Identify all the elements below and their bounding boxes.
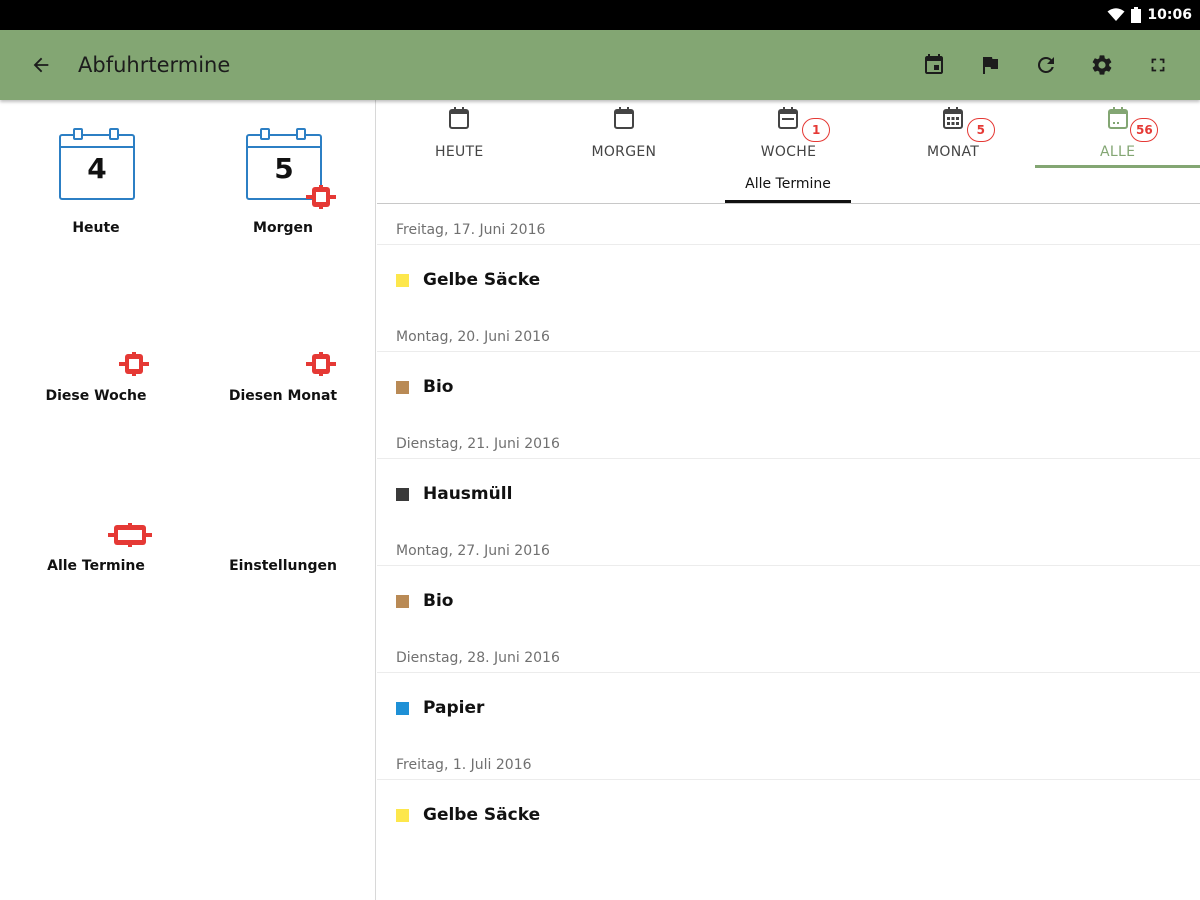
list-group: Freitag, 17. Juni 2016 Gelbe Säcke	[377, 204, 1200, 311]
list-group: Freitag, 1. Juli 2016 Gelbe Säcke	[377, 739, 1200, 846]
all-appointments-tile[interactable]: Alle Termine	[16, 520, 176, 580]
waste-type: Bio	[423, 591, 454, 611]
alert-badge-icon	[306, 185, 336, 209]
waste-color-swatch	[396, 595, 409, 608]
date-header: Freitag, 17. Juni 2016	[396, 222, 546, 238]
appointment-list: Freitag, 17. Juni 2016 Gelbe Säcke Monta…	[377, 204, 1200, 846]
date-header: Montag, 20. Juni 2016	[396, 329, 550, 345]
calendar-event-button[interactable]	[906, 40, 962, 90]
page-title: Abfuhrtermine	[78, 53, 231, 77]
tab-label: WOCHE	[760, 144, 817, 160]
waste-type: Gelbe Säcke	[423, 805, 541, 825]
settings-label: Einstellungen	[229, 558, 337, 574]
list-item[interactable]: Bio	[377, 566, 1200, 632]
tomorrow-label: Morgen	[253, 220, 313, 236]
refresh-icon	[1037, 56, 1054, 73]
list-group: Dienstag, 28. Juni 2016 Papier	[377, 632, 1200, 739]
flag-button[interactable]	[962, 40, 1018, 90]
waste-color-swatch	[396, 381, 409, 394]
tab-label: MORGEN	[591, 144, 657, 160]
waste-type: Bio	[423, 377, 454, 397]
this-week-label: Diese Woche	[45, 388, 147, 404]
this-week-tile[interactable]: Diese Woche	[16, 350, 176, 410]
waste-type: Gelbe Säcke	[423, 270, 541, 290]
list-item[interactable]: Bio	[377, 352, 1200, 418]
waste-color-swatch	[396, 702, 409, 715]
all-appointments-label: Alle Termine	[47, 558, 145, 574]
fullscreen-icon	[1151, 58, 1165, 72]
tab-heute[interactable]: HEUTE	[377, 100, 542, 168]
status-bar: 10:06	[0, 0, 1200, 30]
dashboard-panel: 4 Heute 5 Morgen Diese Woche Diesen Mona…	[0, 100, 376, 900]
date-header: Dienstag, 21. Juni 2016	[396, 436, 560, 452]
calendar-icon: 4	[59, 128, 135, 200]
waste-type: Papier	[423, 698, 485, 718]
tab-alle[interactable]: 56 ALLE	[1035, 100, 1200, 168]
this-month-label: Diesen Monat	[228, 388, 338, 404]
tomorrow-day-number: 5	[274, 152, 294, 185]
calendar-day-icon	[449, 107, 470, 129]
appointments-panel: HEUTE MORGEN 1 WOCHE 5 MONAT 56 ALLE All…	[377, 100, 1200, 900]
battery-icon	[1131, 7, 1142, 23]
tab-label: ALLE	[1100, 144, 1136, 160]
all-count-badge: 56	[1130, 118, 1159, 142]
tomorrow-tile[interactable]: 5 Morgen	[203, 128, 363, 248]
calendar-week-icon	[778, 107, 799, 129]
wifi-icon	[1107, 8, 1125, 21]
list-item[interactable]: Papier	[377, 673, 1200, 739]
subtab-all-appointments[interactable]: Alle Termine	[725, 176, 851, 192]
today-label: Heute	[72, 220, 120, 236]
settings-icon	[1092, 55, 1112, 75]
fullscreen-button[interactable]	[1130, 40, 1186, 90]
list-group: Dienstag, 21. Juni 2016 Hausmüll	[377, 418, 1200, 525]
calendar-event-icon	[925, 54, 943, 74]
waste-type: Hausmüll	[423, 484, 513, 504]
date-header: Montag, 27. Juni 2016	[396, 543, 550, 559]
waste-color-swatch	[396, 488, 409, 501]
tab-morgen[interactable]: MORGEN	[542, 100, 707, 168]
arrow-back-icon	[33, 57, 49, 73]
today-tile[interactable]: 4 Heute	[16, 128, 176, 248]
calendar-month-icon	[943, 107, 964, 129]
settings-tile[interactable]: Einstellungen	[203, 520, 363, 580]
tab-monat[interactable]: 5 MONAT	[871, 100, 1036, 168]
list-group: Montag, 27. Juni 2016 Bio	[377, 525, 1200, 632]
waste-color-swatch	[396, 274, 409, 287]
list-item[interactable]: Hausmüll	[377, 459, 1200, 525]
tab-woche[interactable]: 1 WOCHE	[706, 100, 871, 168]
alert-badge-icon	[108, 523, 152, 547]
this-month-tile[interactable]: Diesen Monat	[203, 350, 363, 410]
alert-badge-icon	[119, 352, 149, 376]
alert-badge-icon	[306, 352, 336, 376]
today-day-number: 4	[87, 152, 107, 185]
refresh-button[interactable]	[1018, 40, 1074, 90]
waste-color-swatch	[396, 809, 409, 822]
status-time: 10:06	[1147, 7, 1192, 23]
settings-button[interactable]	[1074, 40, 1130, 90]
month-count-badge: 5	[966, 118, 995, 142]
calendar-all-icon	[1107, 107, 1128, 129]
tab-bar: HEUTE MORGEN 1 WOCHE 5 MONAT 56 ALLE	[377, 100, 1200, 168]
subtab-indicator	[725, 200, 851, 203]
week-count-badge: 1	[802, 118, 831, 142]
app-bar: Abfuhrtermine	[0, 30, 1200, 100]
calendar-day-icon	[613, 107, 634, 129]
list-group: Montag, 20. Juni 2016 Bio	[377, 311, 1200, 418]
subtab-bar: Alle Termine	[377, 168, 1200, 204]
list-item[interactable]: Gelbe Säcke	[377, 245, 1200, 311]
flag-icon	[983, 57, 998, 74]
back-button[interactable]	[16, 40, 66, 90]
tab-label: HEUTE	[435, 144, 484, 160]
toolbar-actions	[906, 40, 1186, 90]
date-header: Dienstag, 28. Juni 2016	[396, 650, 560, 666]
list-item[interactable]: Gelbe Säcke	[377, 780, 1200, 846]
tab-label: MONAT	[927, 144, 980, 160]
date-header: Freitag, 1. Juli 2016	[396, 757, 532, 773]
